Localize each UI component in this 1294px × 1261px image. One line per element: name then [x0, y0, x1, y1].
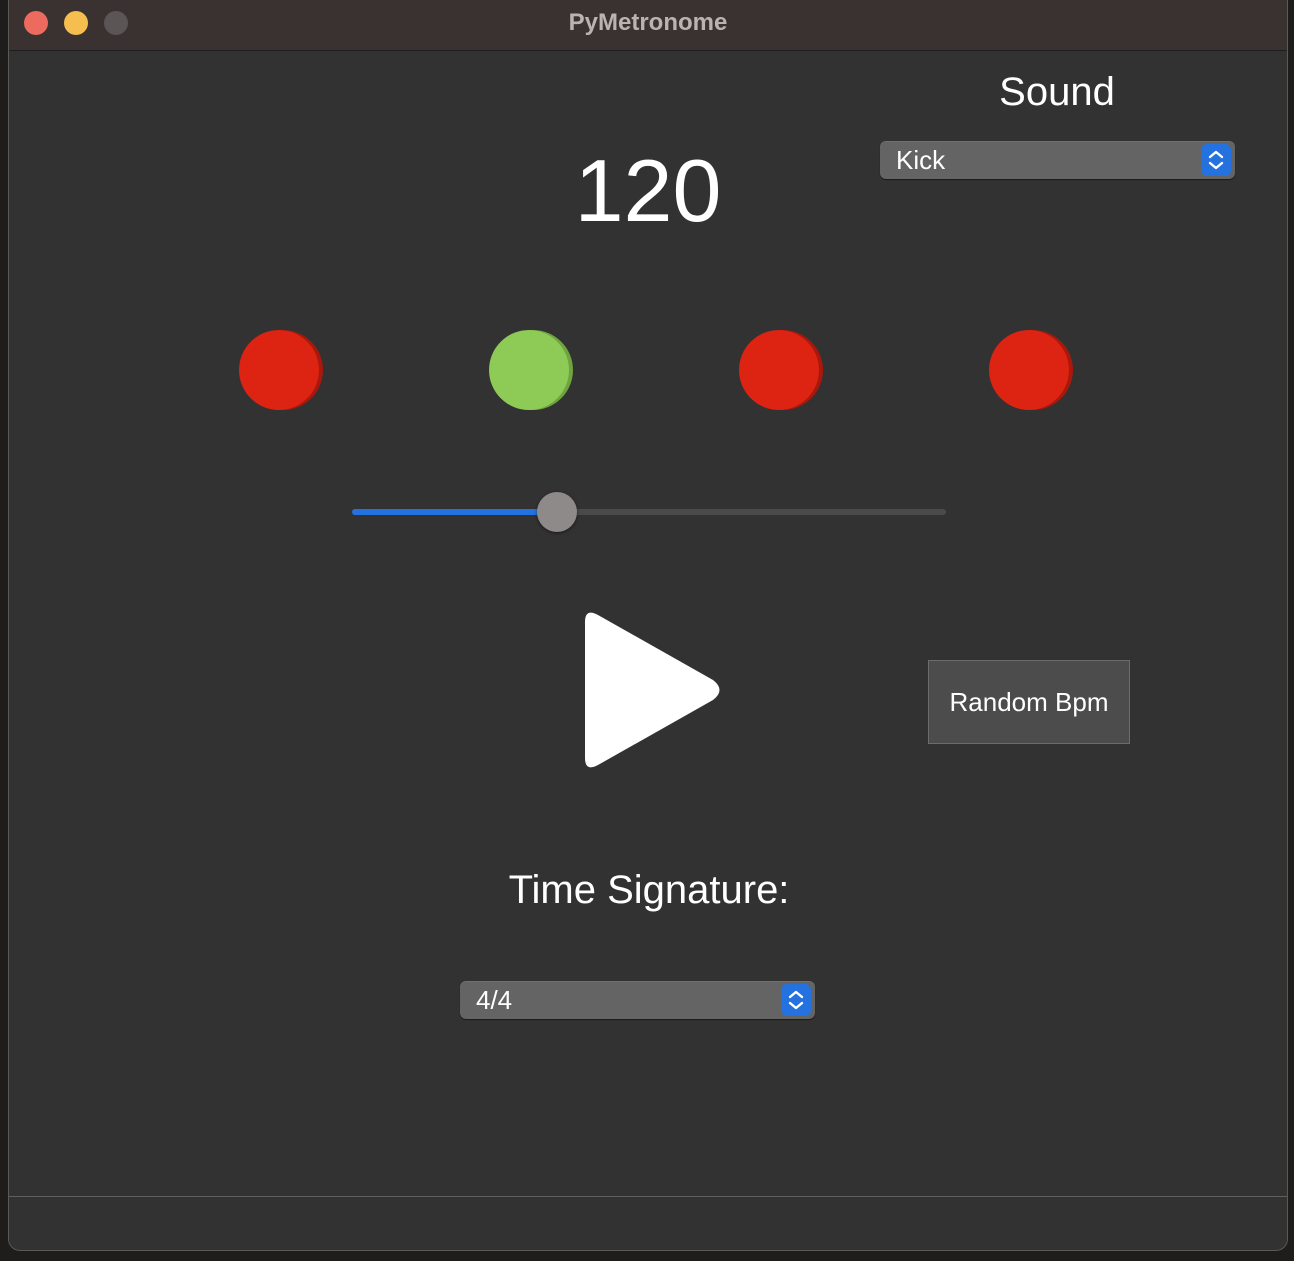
beat-indicator-3	[739, 330, 819, 410]
time-signature-select[interactable]: 4/4	[460, 981, 815, 1019]
bpm-display: 120	[574, 141, 722, 240]
beat-indicator-4	[989, 330, 1069, 410]
sound-select[interactable]: Kick	[880, 141, 1235, 179]
beat-indicator-1	[239, 330, 319, 410]
play-button[interactable]	[571, 606, 731, 776]
sound-select-value: Kick	[896, 145, 946, 175]
time-signature-label: Time Signature:	[508, 868, 790, 912]
window-title: PyMetronome	[568, 9, 728, 36]
status-bar	[9, 1196, 1287, 1250]
play-icon	[585, 612, 720, 768]
slider-fill	[352, 509, 557, 515]
slider-knob[interactable]	[536, 492, 577, 532]
time-signature-value: 4/4	[476, 985, 513, 1015]
tempo-slider[interactable]	[352, 492, 946, 532]
random-bpm-button[interactable]: Random Bpm	[928, 660, 1130, 744]
up-down-chevron-icon	[1201, 144, 1231, 176]
sound-label: Sound	[999, 70, 1115, 114]
title-bar: PyMetronome	[9, 0, 1287, 51]
beat-indicator-2	[489, 330, 569, 410]
up-down-chevron-icon	[781, 984, 811, 1016]
metronome-window: PyMetronome Sound Kick 120 Random Bpm Ti…	[8, 0, 1288, 1251]
